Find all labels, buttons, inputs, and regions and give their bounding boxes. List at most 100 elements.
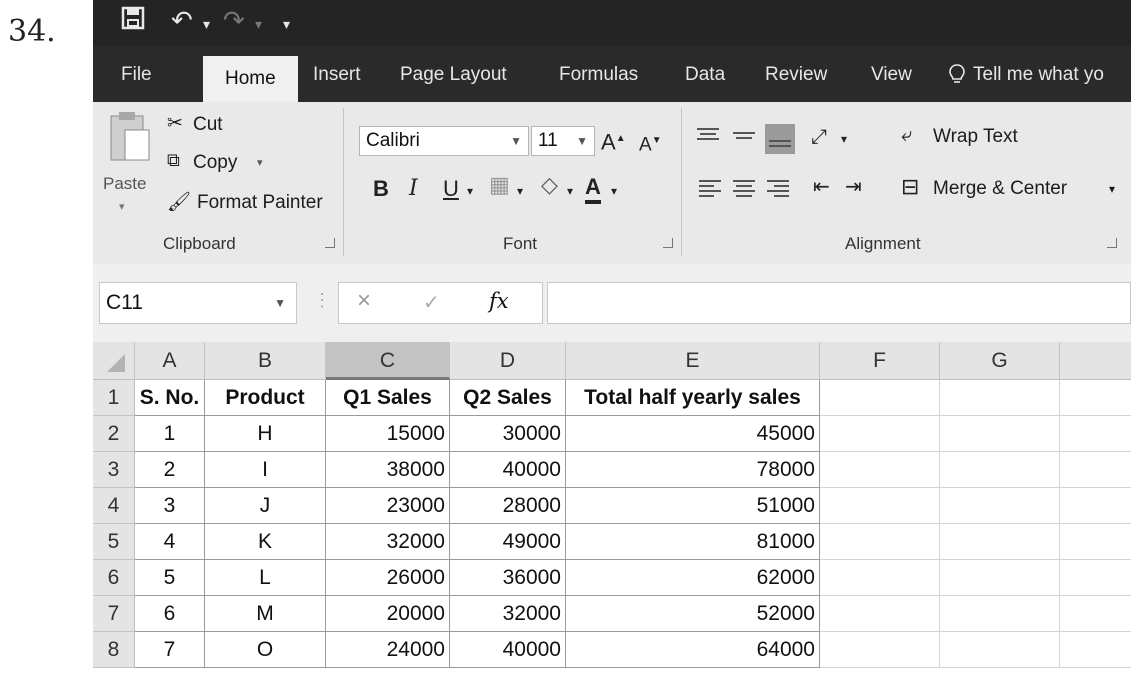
middle-align-icon[interactable] bbox=[733, 132, 755, 150]
cell-g2[interactable] bbox=[940, 416, 1060, 452]
row-header-8[interactable]: 8 bbox=[93, 632, 135, 668]
tab-page-layout[interactable]: Page Layout bbox=[400, 64, 507, 86]
cell-h4[interactable] bbox=[1060, 488, 1131, 524]
cell-d6[interactable]: 36000 bbox=[450, 560, 566, 596]
copy-dropdown-icon[interactable]: ▾ bbox=[257, 156, 263, 169]
tab-file[interactable]: File bbox=[121, 64, 152, 86]
fill-color-dropdown-icon[interactable]: ▾ bbox=[567, 176, 573, 206]
font-color-button[interactable]: A bbox=[585, 174, 601, 204]
format-painter-icon[interactable]: 🖌 bbox=[167, 190, 191, 214]
row-header-1[interactable]: 1 bbox=[93, 380, 135, 416]
cell-h8[interactable] bbox=[1060, 632, 1131, 668]
paste-label[interactable]: Paste bbox=[103, 174, 146, 194]
tab-home[interactable]: Home bbox=[203, 56, 298, 102]
cell-c3[interactable]: 38000 bbox=[326, 452, 450, 488]
wrap-text-button[interactable]: Wrap Text bbox=[933, 126, 1018, 148]
bold-button[interactable]: B bbox=[373, 174, 389, 204]
tab-insert[interactable]: Insert bbox=[313, 64, 361, 86]
merge-center-dropdown-icon[interactable]: ▾ bbox=[1109, 182, 1115, 196]
row-header-7[interactable]: 7 bbox=[93, 596, 135, 632]
cell-c6[interactable]: 26000 bbox=[326, 560, 450, 596]
cell-b7[interactable]: M bbox=[205, 596, 326, 632]
cell-h3[interactable] bbox=[1060, 452, 1131, 488]
cell-h2[interactable] bbox=[1060, 416, 1131, 452]
cut-icon[interactable]: ✂ bbox=[167, 112, 183, 135]
column-header-b[interactable]: B bbox=[205, 342, 326, 380]
cell-f6[interactable] bbox=[820, 560, 940, 596]
cut-button[interactable]: Cut bbox=[193, 114, 223, 136]
cell-e6[interactable]: 62000 bbox=[566, 560, 820, 596]
row-header-6[interactable]: 6 bbox=[93, 560, 135, 596]
cell-a7[interactable]: 6 bbox=[135, 596, 205, 632]
cell-f2[interactable] bbox=[820, 416, 940, 452]
cell-g6[interactable] bbox=[940, 560, 1060, 596]
wrap-text-icon[interactable]: ⤶ bbox=[901, 120, 912, 150]
font-color-dropdown-icon[interactable]: ▾ bbox=[611, 176, 617, 206]
tab-data[interactable]: Data bbox=[685, 64, 725, 86]
column-header-c[interactable]: C bbox=[326, 342, 450, 380]
increase-font-size-button[interactable]: A▲ bbox=[601, 124, 626, 157]
copy-icon[interactable]: ⧉ bbox=[167, 150, 180, 171]
cell-g8[interactable] bbox=[940, 632, 1060, 668]
merge-center-button[interactable]: Merge & Center bbox=[933, 178, 1067, 200]
cell-e1[interactable]: Total half yearly sales bbox=[566, 380, 820, 416]
cell-g4[interactable] bbox=[940, 488, 1060, 524]
cell-e5[interactable]: 81000 bbox=[566, 524, 820, 560]
save-icon[interactable] bbox=[121, 6, 145, 37]
column-header-f[interactable]: F bbox=[820, 342, 940, 380]
cell-b3[interactable]: I bbox=[205, 452, 326, 488]
cell-d4[interactable]: 28000 bbox=[450, 488, 566, 524]
cell-h6[interactable] bbox=[1060, 560, 1131, 596]
cell-f4[interactable] bbox=[820, 488, 940, 524]
cell-c5[interactable]: 32000 bbox=[326, 524, 450, 560]
cell-a8[interactable]: 7 bbox=[135, 632, 205, 668]
insert-function-button[interactable]: fx bbox=[489, 289, 509, 313]
tell-me-search[interactable]: Tell me what yo bbox=[973, 64, 1104, 86]
cell-b8[interactable]: O bbox=[205, 632, 326, 668]
font-size-combo[interactable]: 11 ▼ bbox=[531, 126, 595, 156]
paste-icon[interactable] bbox=[105, 110, 153, 170]
column-header-a[interactable]: A bbox=[135, 342, 205, 380]
decrease-font-size-button[interactable]: A▼ bbox=[639, 126, 662, 160]
column-header-h[interactable]: H bbox=[1060, 342, 1131, 380]
cell-d5[interactable]: 49000 bbox=[450, 524, 566, 560]
cell-c1[interactable]: Q1 Sales bbox=[326, 380, 450, 416]
column-header-d[interactable]: D bbox=[450, 342, 566, 380]
undo-dropdown-icon[interactable]: ▾ bbox=[203, 10, 210, 40]
clipboard-launcher-icon[interactable] bbox=[325, 238, 335, 248]
row-header-4[interactable]: 4 bbox=[93, 488, 135, 524]
cell-e4[interactable]: 51000 bbox=[566, 488, 820, 524]
cell-b4[interactable]: J bbox=[205, 488, 326, 524]
alignment-launcher-icon[interactable] bbox=[1107, 238, 1117, 248]
column-header-g[interactable]: G bbox=[940, 342, 1060, 380]
cell-h1[interactable] bbox=[1060, 380, 1131, 416]
cell-b5[interactable]: K bbox=[205, 524, 326, 560]
bottom-align-icon[interactable] bbox=[765, 124, 795, 154]
italic-button[interactable]: I bbox=[409, 174, 418, 204]
enter-entry-button[interactable]: ✓ bbox=[423, 290, 440, 315]
cell-e7[interactable]: 52000 bbox=[566, 596, 820, 632]
increase-indent-icon[interactable]: ⇥ bbox=[845, 172, 862, 202]
cell-c7[interactable]: 20000 bbox=[326, 596, 450, 632]
tab-review[interactable]: Review bbox=[765, 64, 827, 86]
cell-f7[interactable] bbox=[820, 596, 940, 632]
cell-e3[interactable]: 78000 bbox=[566, 452, 820, 488]
align-center-icon[interactable] bbox=[733, 180, 755, 198]
paste-dropdown-icon[interactable]: ▾ bbox=[119, 200, 125, 213]
cell-f5[interactable] bbox=[820, 524, 940, 560]
row-header-2[interactable]: 2 bbox=[93, 416, 135, 452]
merge-center-icon[interactable]: ⊟ bbox=[901, 172, 919, 202]
borders-dropdown-icon[interactable]: ▾ bbox=[517, 176, 523, 206]
cell-h7[interactable] bbox=[1060, 596, 1131, 632]
cell-a3[interactable]: 2 bbox=[135, 452, 205, 488]
orientation-icon[interactable]: ⤢ bbox=[811, 122, 827, 152]
cell-d2[interactable]: 30000 bbox=[450, 416, 566, 452]
cell-d7[interactable]: 32000 bbox=[450, 596, 566, 632]
name-box[interactable]: C11 ▼ bbox=[99, 282, 297, 324]
cell-f1[interactable] bbox=[820, 380, 940, 416]
cell-d8[interactable]: 40000 bbox=[450, 632, 566, 668]
cell-b2[interactable]: H bbox=[205, 416, 326, 452]
font-launcher-icon[interactable] bbox=[663, 238, 673, 248]
copy-button[interactable]: Copy bbox=[193, 152, 237, 174]
redo-icon[interactable]: ↷ bbox=[223, 6, 245, 36]
